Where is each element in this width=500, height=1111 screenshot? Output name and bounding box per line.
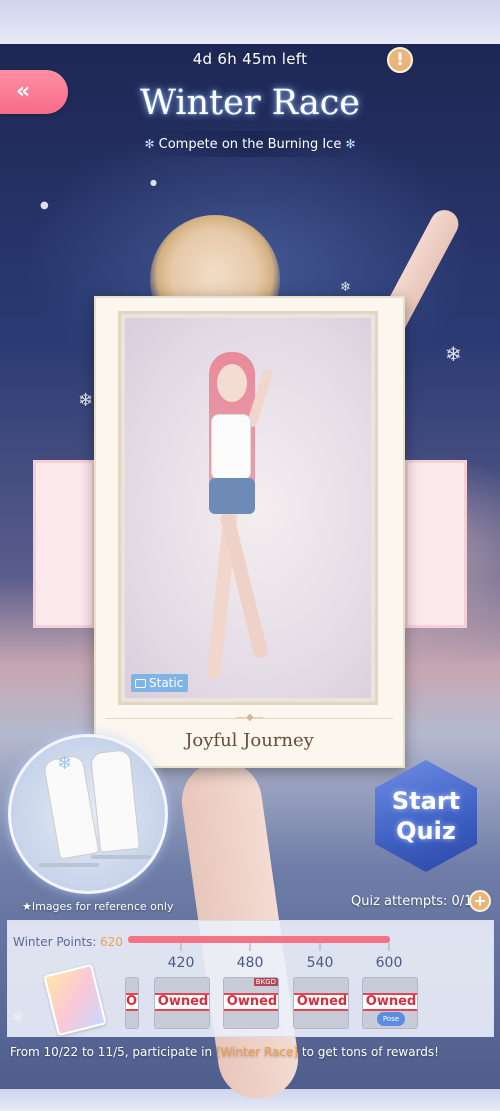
snowflake-icon: ❄ [78,390,94,411]
model-face [217,364,247,402]
top-frame [0,0,500,44]
footer-prefix: From 10/22 to 11/5, participate in [10,1045,216,1059]
skates-preview[interactable]: ❄ [8,734,168,894]
snowflake-icon: ✻ [345,137,356,151]
bottom-frame [0,1089,500,1111]
model-shorts [209,478,255,514]
start-quiz-line2: Quiz [396,817,456,845]
reward-item[interactable]: Owned [293,977,349,1029]
reward-pack-icon[interactable] [43,963,107,1037]
winter-points-value: 620 [100,935,123,949]
reward-item[interactable]: Owned Pose [362,977,418,1029]
pose-tag: Pose [377,1012,405,1026]
side-panel-right [405,460,467,628]
skate-blade [91,855,151,859]
event-subtitle: Compete on the Burning Ice [158,137,342,152]
reward-item[interactable]: Owned [154,977,210,1029]
reference-note: ★Images for reference only [22,900,174,913]
points-progress-bar [128,936,390,943]
time-left: 4d 6h 45m left [192,50,308,68]
snowflake-icon: ● [150,178,157,187]
plus-icon[interactable]: + [469,890,491,912]
event-title: Winter Race [139,83,361,123]
milestone-points: 420 [167,955,195,971]
side-panel-left [33,460,95,628]
snowflake-icon: ● [40,200,49,211]
static-camera-icon [135,679,146,688]
milestone-points: 540 [306,955,334,971]
static-badge: Static [131,674,189,692]
owned-stamp: Owned [155,993,209,1011]
divider-ornament: —◆— [236,712,264,723]
skate-blade [39,863,99,867]
snowflake-icon: ✻ [144,137,155,151]
snowflake-icon: ❄ [445,342,462,366]
reward-item[interactable]: Owned [125,977,139,1029]
outfit-card[interactable]: Static —◆— Joyful Journey [94,296,405,768]
milestone-points: 600 [375,955,403,971]
owned-stamp: Owned [126,993,138,1011]
start-quiz-line1: Start [391,787,461,815]
snowflake-icon: ❄ [57,753,73,774]
model-top [211,414,251,480]
rewards-panel: Winter Points: 620 420 480 540 600 Owned… [7,920,494,1037]
event-footer-note: From 10/22 to 11/5, participate in [Wint… [10,1045,439,1059]
bkgd-tag: BKGD [253,978,278,986]
warning-icon[interactable]: ! [387,47,413,73]
quiz-attempts: Quiz attempts: 0/1 [351,894,473,909]
milestone-tick [180,943,182,951]
winter-points-label: Winter Points: [13,935,97,949]
milestone-points: 480 [236,955,264,971]
snowflake-icon: ❄ [340,280,351,295]
outfit-name: Joyful Journey [185,730,314,751]
owned-stamp: Owned [294,993,348,1011]
milestone-tick [388,943,390,951]
milestone-tick [319,943,321,951]
reward-item[interactable]: BKGD Owned [223,977,279,1029]
footer-suffix: to get tons of rewards! [298,1045,439,1059]
outfit-photo: Static [125,318,371,698]
outfit-photo-frame: Static [118,311,378,705]
points-progress-fill [128,936,390,943]
owned-stamp: Owned [363,993,417,1011]
event-subtitle-bar: ✻ Compete on the Burning Ice ✻ [140,131,360,157]
skate-boot [89,749,141,853]
footer-highlight[interactable]: [Winter Race] [216,1045,298,1059]
milestone-tick [249,943,251,951]
owned-stamp: Owned [224,993,278,1011]
static-label: Static [149,676,184,690]
